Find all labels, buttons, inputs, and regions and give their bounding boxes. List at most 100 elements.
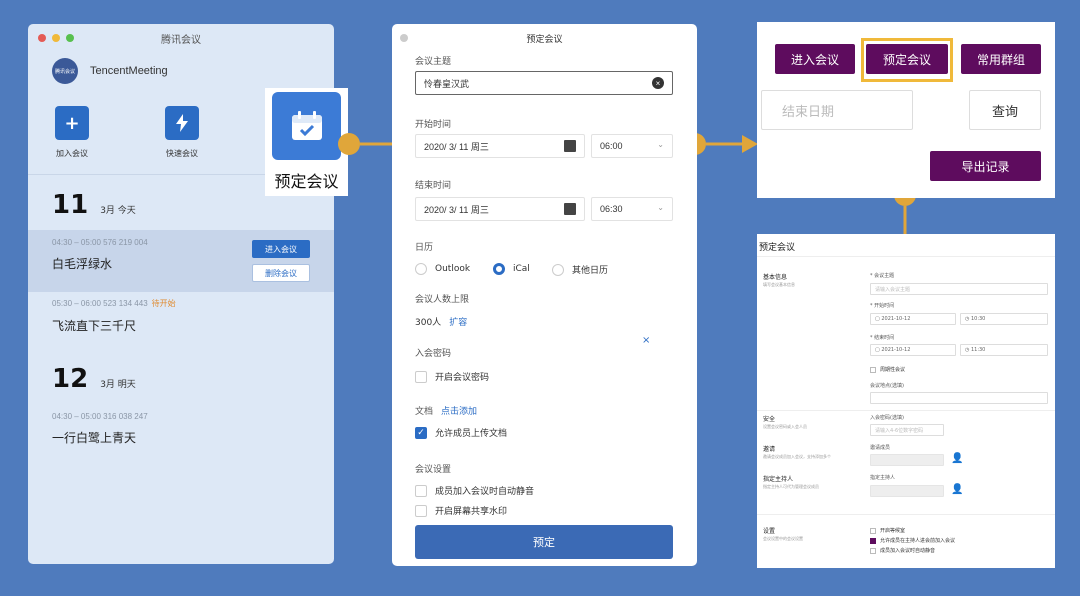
- password-checkbox[interactable]: 开启会议密码: [415, 370, 489, 383]
- waiting-room-checkbox[interactable]: 开启等候室: [870, 527, 905, 534]
- calendar-check-icon: [272, 92, 341, 160]
- end-date-value: 2020/ 3/ 11 周三: [424, 204, 489, 215]
- day-subtitle: 3月 明天: [100, 380, 136, 390]
- calendar-option-outlook[interactable]: Outlook: [415, 263, 470, 275]
- invite-label: 邀请成员: [870, 445, 891, 451]
- section-desc: 填写会议基本信息: [763, 282, 795, 287]
- web-toolbar-panel: 进入会议 预定会议 常用群组 结束日期 查询 导出记录: [757, 22, 1055, 198]
- divider: [757, 410, 1055, 411]
- calendar-option-other[interactable]: 其他日历: [552, 263, 608, 276]
- end-date-input[interactable]: 结束日期: [761, 90, 913, 130]
- meeting-info: 04:30 – 05:00 316 038 247: [52, 412, 148, 421]
- invite-input[interactable]: [870, 454, 944, 466]
- enter-meeting-button[interactable]: 进入会议: [252, 240, 310, 258]
- topic-input[interactable]: 请输入会议主题: [870, 283, 1048, 295]
- chevron-down-icon: ⌄: [657, 203, 664, 212]
- delete-meeting-button[interactable]: 删除会议: [252, 264, 310, 282]
- status-badge: 待开始: [151, 299, 176, 308]
- window-titlebar: 腾讯会议: [28, 24, 334, 50]
- section-desc: 会议设置中的会议设置: [763, 536, 803, 541]
- start-time-select[interactable]: 06:00 ⌄: [591, 134, 673, 158]
- meeting-item[interactable]: 04:30 – 05:00 576 219 004 白毛浮绿水 进入会议 删除会…: [28, 230, 334, 292]
- window-title: 腾讯会议: [161, 35, 201, 46]
- day-number: 12: [52, 364, 89, 394]
- limit-label: 会议人数上限: [415, 295, 470, 305]
- avatar: 腾讯会议: [52, 58, 78, 84]
- date-header-today: 11 3月 今天: [52, 190, 136, 220]
- meeting-item[interactable]: 04:30 – 05:00 316 038 247 一行白鹭上青天: [28, 412, 334, 446]
- section-desc: 邀请会议成员加入会议，支持添加多个: [763, 454, 831, 459]
- meeting-info: 05:30 – 06:00 523 134 443 待开始: [52, 299, 176, 308]
- topic-input[interactable]: 怜春皇汉武 ×: [415, 71, 673, 95]
- allow-upload-checkbox[interactable]: ✓ 允许成员上传文档: [415, 426, 507, 439]
- meeting-name: 飞流直下三千尺: [52, 319, 137, 333]
- quick-meeting-label: 快速会议: [166, 149, 198, 158]
- start-time-value: 06:00: [600, 141, 623, 151]
- end-time-value: 06:30: [600, 204, 623, 214]
- enter-meeting-button[interactable]: 进入会议: [775, 44, 855, 74]
- auto-mute-checkbox[interactable]: 成员加入会议时自动静音: [415, 484, 534, 497]
- day-number: 11: [52, 190, 89, 220]
- highlight-frame: [861, 38, 953, 82]
- watermark-checkbox[interactable]: 开启屏幕共享水印: [415, 504, 507, 517]
- end-time-label: 结束时间: [415, 181, 452, 191]
- start-date-value: 2020/ 3/ 11 周三: [424, 141, 489, 152]
- host-label: 指定主持人: [870, 475, 896, 481]
- meeting-item[interactable]: 05:30 – 06:00 523 134 443 待开始 飞流直下三千尺: [28, 298, 334, 334]
- start-time-input[interactable]: ◷ 10:30: [960, 313, 1048, 325]
- calendar-icon: [564, 140, 576, 152]
- submit-button[interactable]: 预定: [415, 525, 673, 559]
- password-label: 入会密码(选填): [870, 415, 904, 421]
- topic-label: * 会议主题: [870, 273, 895, 279]
- end-time-input[interactable]: ◷ 11:30: [960, 344, 1048, 356]
- query-button[interactable]: 查询: [969, 90, 1041, 130]
- settings-label: 会议设置: [415, 465, 452, 475]
- section-label: 指定主持人: [763, 476, 794, 483]
- section-desc: 设置会议密码或入会人员: [763, 424, 807, 429]
- export-button[interactable]: 导出记录: [930, 151, 1041, 181]
- clear-icon[interactable]: ×: [652, 77, 664, 89]
- location-input[interactable]: [870, 392, 1048, 404]
- location-label: 会议地点(选填): [870, 383, 904, 389]
- divider: [757, 256, 1055, 257]
- join-meeting-button[interactable]: + 加入会议: [42, 106, 102, 159]
- topic-label: 会议主题: [415, 57, 452, 67]
- topic-value: 怜春皇汉武: [424, 78, 470, 89]
- groups-button[interactable]: 常用群组: [961, 44, 1041, 74]
- calendar-option-ical[interactable]: iCal: [493, 263, 530, 275]
- start-time-label: 开始时间: [415, 120, 452, 130]
- end-date-picker[interactable]: 2020/ 3/ 11 周三: [415, 197, 585, 221]
- schedule-meeting-window: 预定会议 会议主题 怜春皇汉武 × 开始时间 2020/ 3/ 11 周三 06…: [392, 24, 697, 566]
- join-before-host-checkbox[interactable]: 允许成员在主持人进会前加入会议: [870, 537, 955, 544]
- start-label: * 开始时间: [870, 303, 895, 309]
- password-label: 入会密码: [415, 349, 452, 359]
- user-profile[interactable]: 腾讯会议 TencentMeeting: [52, 58, 168, 84]
- add-person-icon[interactable]: 👤: [951, 484, 963, 495]
- meeting-name: 一行白鹭上青天: [52, 431, 137, 445]
- auto-mute-checkbox[interactable]: 成员加入会议时自动静音: [870, 547, 935, 554]
- start-date-input[interactable]: ▢ 2021-10-12: [870, 313, 956, 325]
- lightning-icon: [165, 106, 199, 140]
- doc-label: 文档 点击添加: [415, 407, 478, 417]
- limit-value: 300人 扩容: [415, 318, 468, 328]
- add-person-icon[interactable]: 👤: [951, 453, 963, 464]
- plus-icon: +: [55, 106, 89, 140]
- section-label: 安全: [763, 416, 776, 423]
- window-title: 预定会议: [526, 35, 563, 45]
- close-icon[interactable]: ×: [642, 335, 650, 346]
- tile-label: 预定会议: [274, 172, 339, 191]
- chevron-down-icon: ⌄: [657, 140, 664, 149]
- recurring-checkbox[interactable]: 周期性会议: [870, 366, 905, 373]
- section-label: 邀请: [763, 446, 776, 453]
- end-time-select[interactable]: 06:30 ⌄: [591, 197, 673, 221]
- end-label: * 结束时间: [870, 335, 895, 341]
- add-doc-link[interactable]: 点击添加: [441, 407, 477, 417]
- web-schedule-form: 预定会议 基本信息 填写会议基本信息 * 会议主题 请输入会议主题 * 开始时间…: [757, 234, 1055, 568]
- password-input[interactable]: 请输入4-6位数字密码: [870, 424, 944, 436]
- expand-link[interactable]: 扩容: [449, 318, 467, 328]
- host-input[interactable]: [870, 485, 944, 497]
- end-date-input[interactable]: ▢ 2021-10-12: [870, 344, 956, 356]
- start-date-picker[interactable]: 2020/ 3/ 11 周三: [415, 134, 585, 158]
- quick-meeting-button[interactable]: 快速会议: [152, 106, 212, 159]
- page-title: 预定会议: [759, 243, 796, 253]
